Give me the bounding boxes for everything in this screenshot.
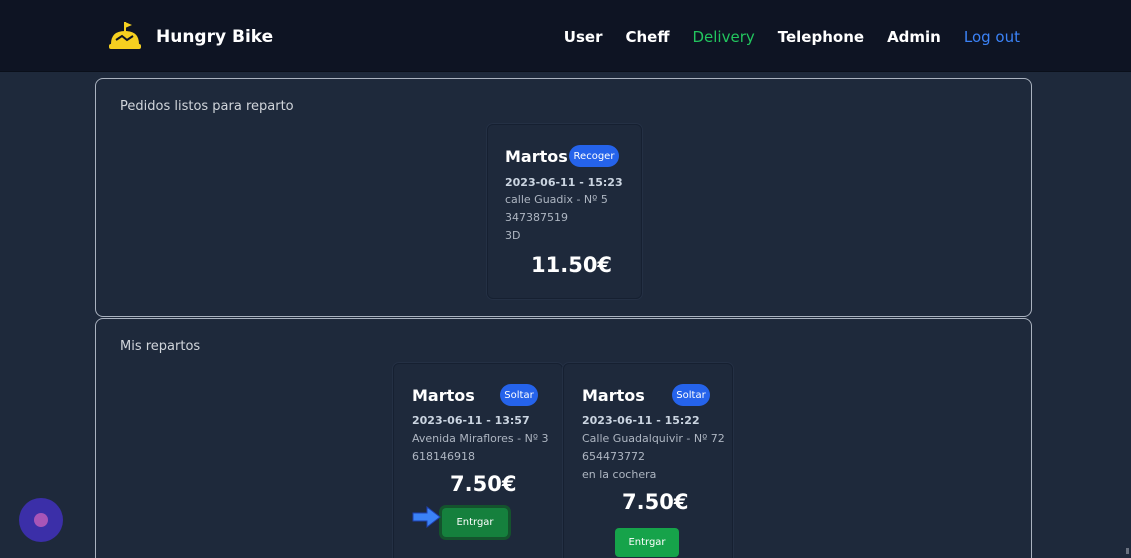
navbar: Hungry Bike User Cheff Delivery Telephon… xyxy=(0,0,1131,72)
burger-bell-icon xyxy=(109,22,141,49)
scrollbar[interactable] xyxy=(1126,548,1129,554)
order-note: en la cochera xyxy=(582,468,657,481)
order-datetime: 2023-06-11 - 15:23 xyxy=(505,176,623,189)
brand-name: Hungry Bike xyxy=(156,27,274,47)
panel-title: Pedidos listos para reparto xyxy=(120,99,294,114)
fab-dot xyxy=(34,513,48,527)
nav-delivery[interactable]: Delivery xyxy=(692,28,754,46)
order-address: calle Guadix - Nº 5 xyxy=(505,193,608,206)
pickup-button[interactable]: Recoger xyxy=(569,145,619,167)
main-nav: User Cheff Delivery Telephone Admin Log … xyxy=(541,28,1020,46)
order-phone: 654473772 xyxy=(582,450,645,463)
order-price: 7.50€ xyxy=(622,490,689,514)
order-note: 3D xyxy=(505,229,521,242)
my-deliveries-panel: Mis repartos Martos Soltar 2023-06-11 - … xyxy=(95,318,1032,558)
order-address: Avenida Miraflores - Nº 3 xyxy=(412,432,549,445)
arrow-right-icon xyxy=(412,505,441,529)
panel-title: Mis repartos xyxy=(120,339,201,354)
order-card: Martos Recoger 2023-06-11 - 15:23 calle … xyxy=(487,124,642,299)
deliver-button[interactable]: Entrgar xyxy=(442,508,508,537)
order-address: Calle Guadalquivir - Nº 72 xyxy=(582,432,725,445)
customer-name: Martos xyxy=(582,386,645,405)
order-phone: 347387519 xyxy=(505,211,568,224)
customer-name: Martos xyxy=(505,147,568,166)
order-phone: 618146918 xyxy=(412,450,475,463)
order-datetime: 2023-06-11 - 13:57 xyxy=(412,414,530,427)
nav-user[interactable]: User xyxy=(564,28,603,46)
nav-admin[interactable]: Admin xyxy=(887,28,941,46)
nav-telephone[interactable]: Telephone xyxy=(778,28,864,46)
release-button[interactable]: Soltar xyxy=(500,384,538,406)
order-price: 11.50€ xyxy=(531,253,613,277)
nav-cheff[interactable]: Cheff xyxy=(625,28,669,46)
order-price: 7.50€ xyxy=(450,472,517,496)
nav-logout[interactable]: Log out xyxy=(964,28,1020,46)
deliver-button[interactable]: Entrgar xyxy=(615,528,679,557)
order-datetime: 2023-06-11 - 15:22 xyxy=(582,414,700,427)
release-button[interactable]: Soltar xyxy=(672,384,710,406)
order-card: Martos Soltar 2023-06-11 - 15:22 Calle G… xyxy=(563,363,733,558)
chat-bubble-icon[interactable] xyxy=(19,498,63,542)
brand[interactable]: Hungry Bike xyxy=(108,20,273,54)
ready-orders-panel: Pedidos listos para reparto Martos Recog… xyxy=(95,78,1032,317)
customer-name: Martos xyxy=(412,386,475,405)
